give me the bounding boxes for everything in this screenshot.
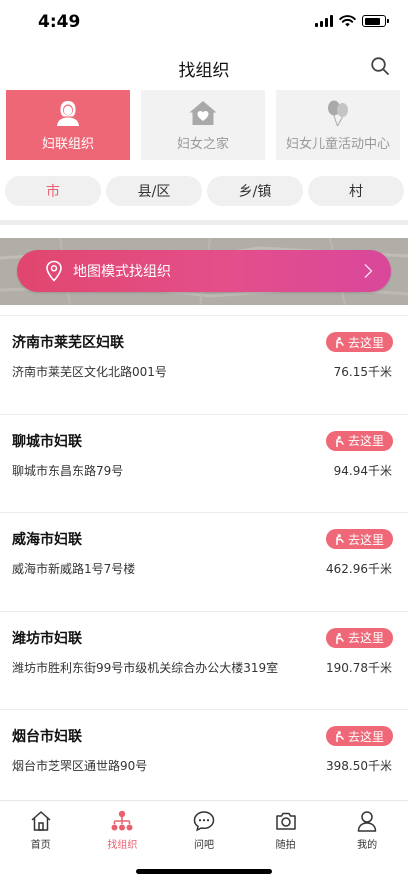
map-mode-button[interactable]: 地图模式找组织 [17,250,391,292]
list-item[interactable]: 潍坊市妇联 去这里 潍坊市胜利东街99号市级机关综合办公大楼319室 190.7… [0,612,408,710]
go-here-label: 去这里 [347,434,384,448]
org-distance: 462.96千米 [326,562,392,576]
status-icons [315,15,389,27]
tab-mine[interactable]: 我的 [326,801,408,883]
tab-label: 我的 [357,840,378,851]
balloon-icon [328,100,348,126]
org-address: 济南市莱芜区文化北路001号 [12,365,167,379]
directions-icon [336,435,344,447]
map-mode-label: 地图模式找组织 [73,264,171,280]
tab-county-district[interactable]: 县/区 [106,176,202,206]
tab-city[interactable]: 市 [5,176,101,206]
organization-list: 济南市莱芜区妇联 去这里 济南市莱芜区文化北路001号 76.15千米 聊城市妇… [0,316,408,809]
woman-avatar-icon [57,100,79,126]
directions-icon [336,337,344,348]
org-address: 威海市新威路1号7号楼 [12,562,136,576]
org-name: 烟台市妇联 [12,729,82,745]
chevron-right-icon [364,264,373,278]
map-mode-banner: 地图模式找组织 [0,238,408,305]
go-here-label: 去这里 [347,532,384,547]
go-here-button[interactable]: 去这里 [326,627,393,648]
chat-bubble-icon [193,811,215,832]
org-address: 烟台市芝罘区通世路90号 [12,759,148,773]
org-tree-icon [111,810,133,831]
category-label: 妇联组织 [41,136,94,152]
wifi-icon [339,15,356,27]
user-icon [357,811,377,832]
tab-home[interactable]: 首页 [0,801,82,883]
category-activity-center[interactable]: 妇女儿童活动中心 [276,90,400,160]
level-tabs: 市 县/区 乡/镇 村 [5,176,404,206]
org-name: 济南市莱芜区妇联 [12,335,124,351]
go-here-label: 去这里 [347,335,384,350]
category-women-federation[interactable]: 妇联组织 [6,90,130,160]
home-heart-icon [189,100,217,125]
go-here-button[interactable]: 去这里 [326,726,393,746]
status-bar: 4:49 [0,0,408,44]
tab-town[interactable]: 乡/镇 [207,176,303,206]
org-name: 威海市妇联 [12,532,82,548]
go-here-label: 去这里 [347,631,384,645]
page-title: 找组织 [178,61,230,81]
category-label: 妇女之家 [176,136,229,152]
org-address: 潍坊市胜利东街99号市级机关综合办公大楼319室 [12,660,279,675]
org-distance: 190.78千米 [326,660,392,675]
tab-label: 找组织 [107,840,138,851]
org-distance: 94.94千米 [333,463,392,478]
tab-village[interactable]: 村 [308,176,404,206]
go-here-button[interactable]: 去这里 [326,332,393,352]
battery-icon [362,15,389,27]
org-name: 潍坊市妇联 [12,630,82,647]
search-icon[interactable] [370,56,390,76]
home-indicator [136,869,272,874]
location-pin-icon [46,260,62,282]
go-here-button[interactable]: 去这里 [326,430,393,451]
category-tiles: 妇联组织 妇女之家 妇女儿童活动中心 [6,90,408,160]
list-item[interactable]: 聊城市妇联 去这里 聊城市东昌东路79号 94.94千米 [0,415,408,513]
nav-bar: 找组织 [0,44,408,88]
status-time: 4:49 [38,12,81,32]
directions-icon [336,731,344,742]
tab-label: 首页 [30,840,51,851]
tab-label: 问吧 [193,840,214,851]
cellular-signal-icon [315,15,333,27]
go-here-label: 去这里 [347,729,384,744]
org-distance: 76.15千米 [333,365,392,379]
home-icon [31,811,51,831]
directions-icon [336,534,344,545]
org-name: 聊城市妇联 [12,433,82,450]
tab-label: 随拍 [275,840,296,851]
list-item[interactable]: 烟台市妇联 去这里 烟台市芝罘区通世路90号 398.50千米 [0,710,408,809]
org-distance: 398.50千米 [326,759,392,773]
list-item[interactable]: 济南市莱芜区妇联 去这里 济南市莱芜区文化北路001号 76.15千米 [0,316,408,415]
go-here-button[interactable]: 去这里 [326,529,393,549]
category-women-home[interactable]: 妇女之家 [141,90,265,160]
directions-icon [336,632,344,644]
org-address: 聊城市东昌东路79号 [12,463,124,478]
category-label: 妇女儿童活动中心 [285,136,390,152]
section-divider [0,220,408,225]
list-item[interactable]: 威海市妇联 去这里 威海市新威路1号7号楼 462.96千米 [0,513,408,612]
camera-icon [275,812,296,830]
